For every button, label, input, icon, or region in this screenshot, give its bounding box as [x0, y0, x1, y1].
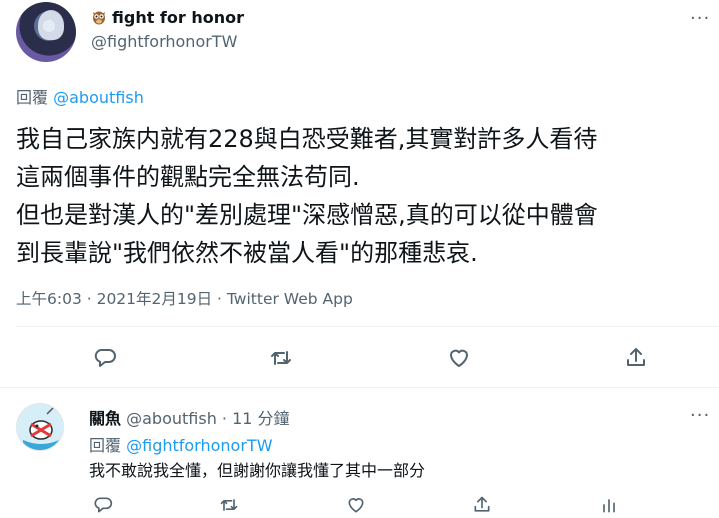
reply-retweet-icon[interactable] — [216, 492, 242, 518]
retweet-icon[interactable] — [268, 345, 294, 371]
like-icon[interactable] — [446, 345, 472, 371]
author-name-text: fight for honor — [112, 8, 244, 27]
replying-label: 回覆 — [16, 88, 49, 107]
reply-author-name[interactable]: 關魚 — [89, 409, 121, 428]
reply-reply-icon[interactable] — [90, 492, 116, 518]
author-avatar[interactable] — [16, 2, 76, 62]
reply-time[interactable]: · 11 分鐘 — [222, 409, 290, 428]
reply-author-handle[interactable]: @aboutfish — [126, 409, 217, 428]
fish-avatar-icon — [17, 404, 63, 450]
tweet-timestamp[interactable]: 上午6:03 · 2021年2月19日 · Twitter Web App — [16, 287, 353, 309]
reply-author-avatar[interactable] — [16, 403, 64, 451]
replying-to-link[interactable]: @aboutfish — [53, 88, 144, 107]
reply-text: 我不敢說我全懂，但謝謝你讓我懂了其中一部分 — [89, 461, 426, 480]
reply-replying-to: 回覆 @fightforhonorTW — [89, 432, 273, 456]
divider — [0, 387, 719, 388]
reply-icon[interactable] — [92, 345, 118, 371]
tweet-text: 我自己家族内就有228與白恐受難者,其實對許多人看待 這兩個事件的觀點完全無法苟… — [16, 125, 598, 267]
reply-more-options-icon[interactable]: ··· — [690, 405, 710, 426]
reply-header: 關魚 @aboutfish · 11 分鐘 — [89, 405, 290, 429]
reply-replying-label: 回覆 — [89, 436, 122, 455]
divider — [16, 326, 719, 327]
reply-replying-to-link[interactable]: @fightforhonorTW — [126, 436, 272, 455]
analytics-icon[interactable] — [596, 492, 622, 518]
more-options-icon[interactable]: ··· — [690, 8, 710, 29]
reply-like-icon[interactable] — [343, 492, 369, 518]
author-handle[interactable]: @fightforhonorTW — [91, 32, 237, 51]
share-icon[interactable] — [623, 345, 649, 371]
owl-emoji-icon — [93, 11, 105, 25]
replying-to: 回覆 @aboutfish — [16, 84, 144, 108]
reply-share-icon[interactable] — [469, 492, 495, 518]
author-display-name[interactable]: fight for honor — [91, 8, 244, 27]
